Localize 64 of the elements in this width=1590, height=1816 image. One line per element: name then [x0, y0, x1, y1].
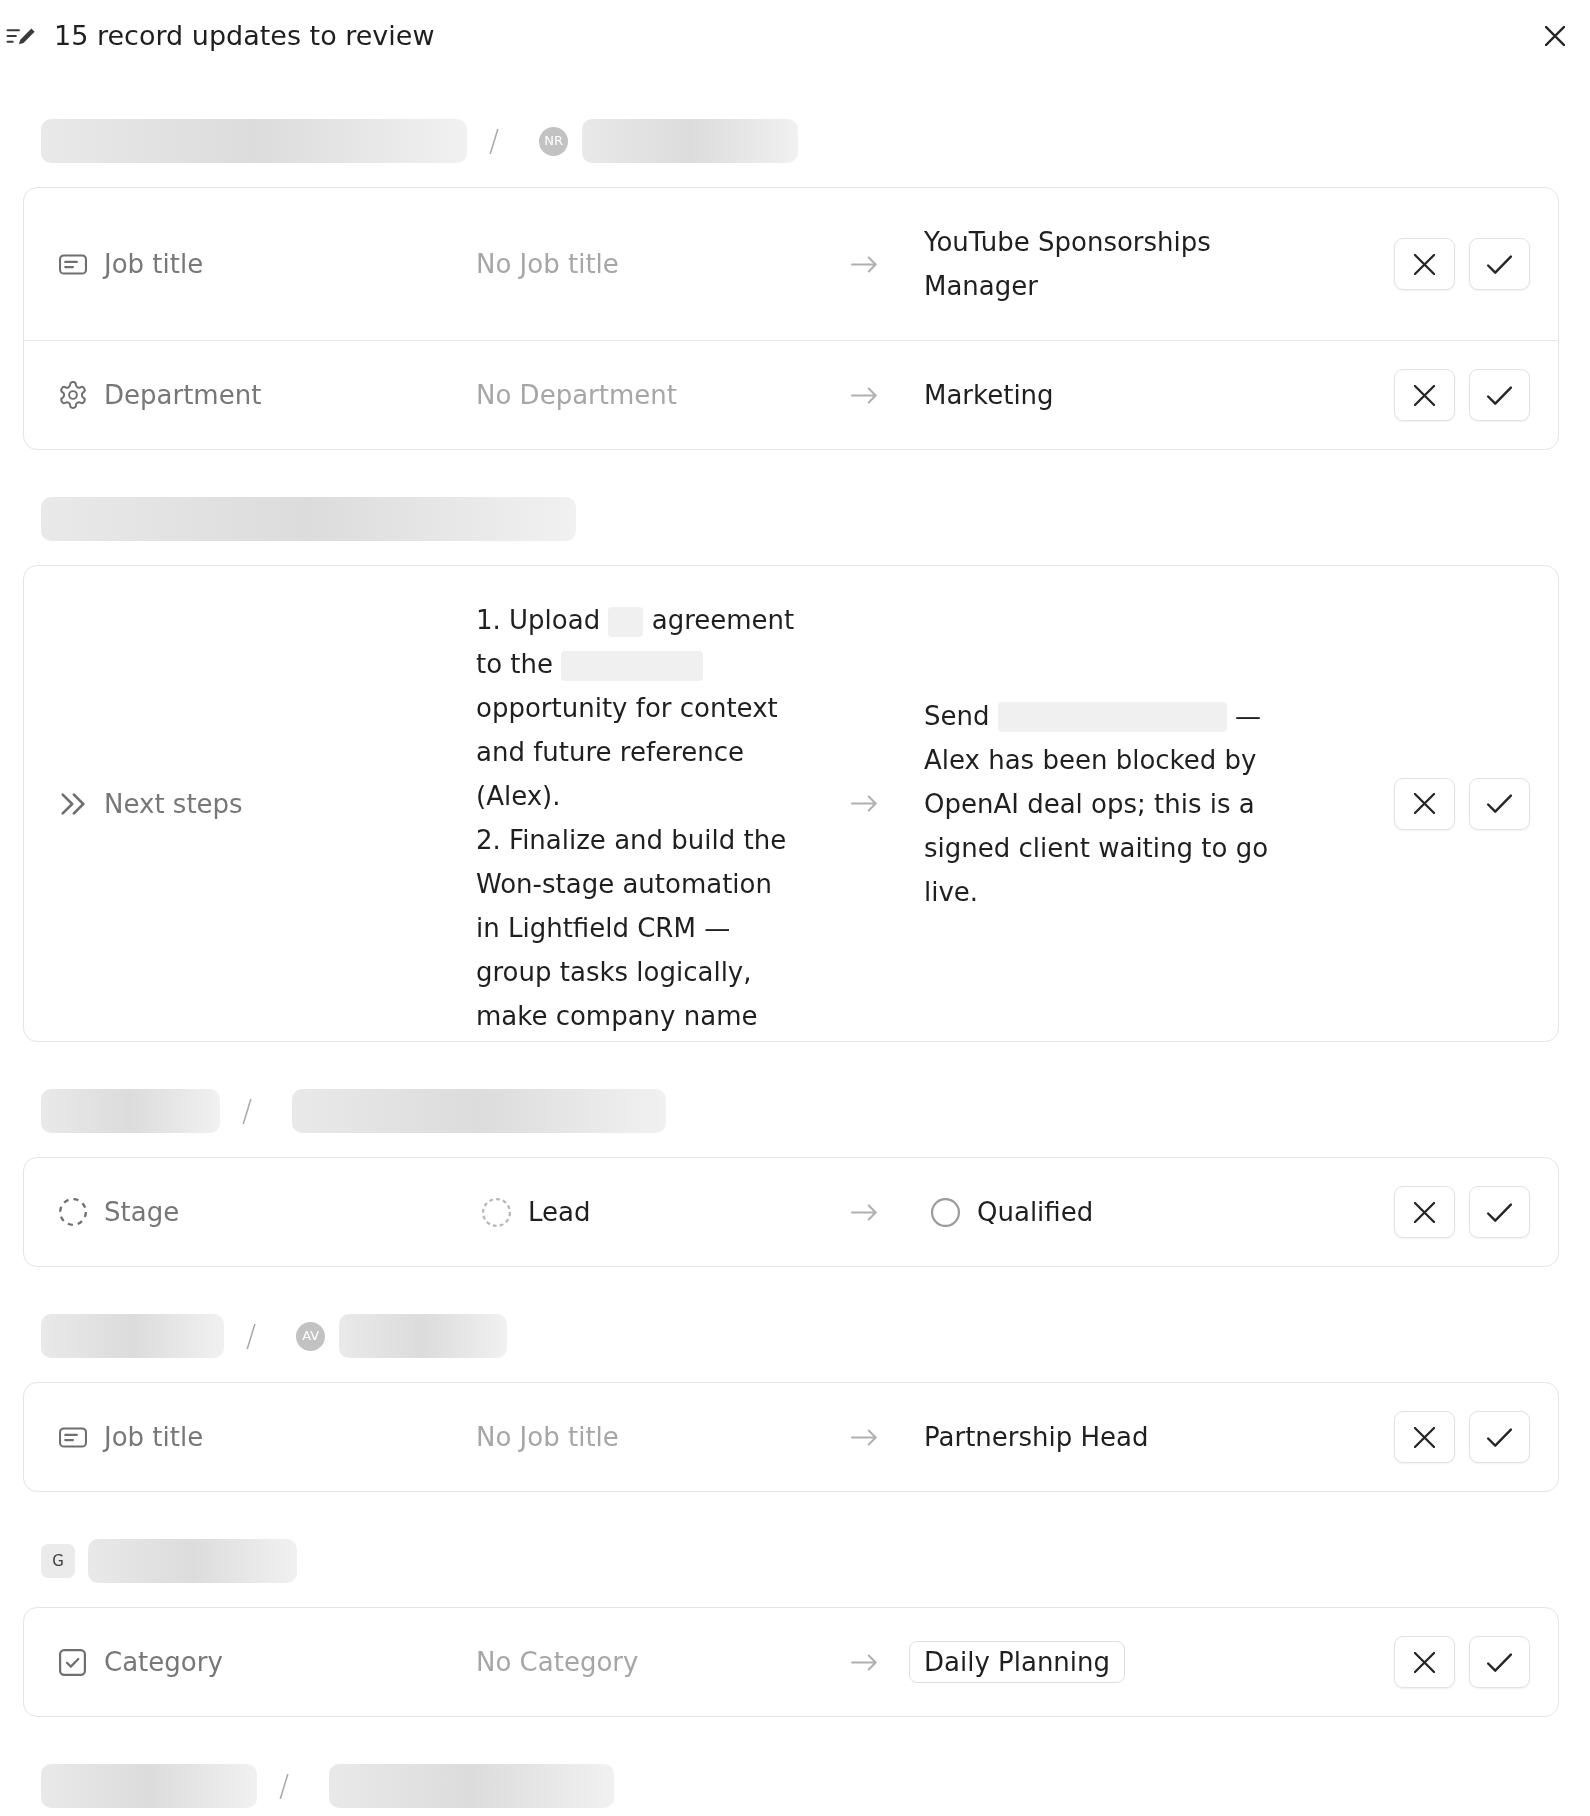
text-field-icon — [58, 253, 87, 275]
empty-value: No Category — [476, 1646, 640, 1679]
new-value: Partnership Head — [924, 1421, 1150, 1454]
empty-value: No Job title — [476, 248, 620, 281]
field-label: Stage — [104, 1196, 180, 1229]
close-icon — [1545, 26, 1565, 46]
accept-button[interactable] — [1469, 1186, 1530, 1238]
stage-name: Lead — [528, 1196, 591, 1229]
arrow-right-icon — [851, 255, 877, 273]
accept-button[interactable] — [1469, 777, 1530, 830]
arrow-right-icon — [851, 795, 877, 812]
accept-button[interactable] — [1469, 1411, 1530, 1463]
gear-icon — [58, 381, 87, 409]
field-label: Job title — [104, 1421, 204, 1454]
field-label: Department — [104, 379, 262, 412]
path-separator: / — [242, 1093, 253, 1129]
check-icon — [1487, 1427, 1512, 1447]
reject-button[interactable] — [1394, 777, 1455, 830]
field-label: Next steps — [104, 787, 243, 821]
check-icon — [1487, 1652, 1512, 1672]
arrow-right-icon — [851, 1653, 877, 1671]
reject-button[interactable] — [1394, 1186, 1455, 1238]
tag-chip: Daily Planning — [909, 1641, 1126, 1683]
check-icon — [1487, 254, 1512, 274]
check-icon — [1487, 1202, 1512, 1222]
checkbox-icon — [59, 1648, 86, 1676]
text-field-icon — [58, 1426, 87, 1448]
x-icon — [1414, 384, 1435, 406]
x-icon — [1414, 253, 1435, 275]
reject-button[interactable] — [1394, 238, 1455, 290]
empty-value: No Department — [476, 379, 678, 412]
new-value: YouTube Sponsorships Manager — [924, 226, 1212, 303]
accept-button[interactable] — [1469, 369, 1530, 421]
old-value: 1. Upload agreement to the opportunity for context and future reference (Alex). 2. Finalize and build the Won-stage automation in Lightfield CRM — group tasks logically, make company name — [476, 604, 796, 1033]
company-badge: G — [41, 1544, 75, 1578]
path-separator: / — [279, 1768, 290, 1804]
x-icon — [1414, 1651, 1435, 1673]
accept-button[interactable] — [1469, 1636, 1530, 1688]
stage-name: Qualified — [977, 1196, 1094, 1229]
arrow-right-icon — [851, 386, 877, 404]
field-label: Category — [104, 1646, 223, 1679]
x-icon — [1414, 793, 1435, 814]
double-chevron-icon — [60, 792, 85, 815]
path-separator: / — [246, 1318, 257, 1354]
x-icon — [1414, 1201, 1435, 1223]
x-icon — [1414, 1426, 1435, 1448]
new-value: Marketing — [924, 379, 1055, 412]
dashed-circle-icon — [58, 1198, 87, 1226]
empty-value: No Job title — [476, 1421, 620, 1454]
avatar: AV — [296, 1321, 326, 1351]
path-separator: / — [489, 123, 500, 159]
check-icon — [1487, 385, 1512, 405]
field-label: Job title — [104, 248, 204, 281]
arrow-right-icon — [851, 1203, 877, 1221]
avatar: NR — [539, 126, 569, 156]
dialog-title: 15 record updates to review — [54, 19, 435, 53]
reject-button[interactable] — [1394, 1411, 1455, 1463]
new-value: Send — Alex has been blocked by OpenAI deal ops; this is a signed client waiting to go live. — [924, 699, 1270, 909]
arrow-right-icon — [851, 1428, 877, 1446]
close-button[interactable] — [1545, 26, 1565, 46]
accept-button[interactable] — [1469, 238, 1530, 290]
reject-button[interactable] — [1394, 1636, 1455, 1688]
reject-button[interactable] — [1394, 369, 1455, 421]
check-icon — [1487, 794, 1512, 813]
